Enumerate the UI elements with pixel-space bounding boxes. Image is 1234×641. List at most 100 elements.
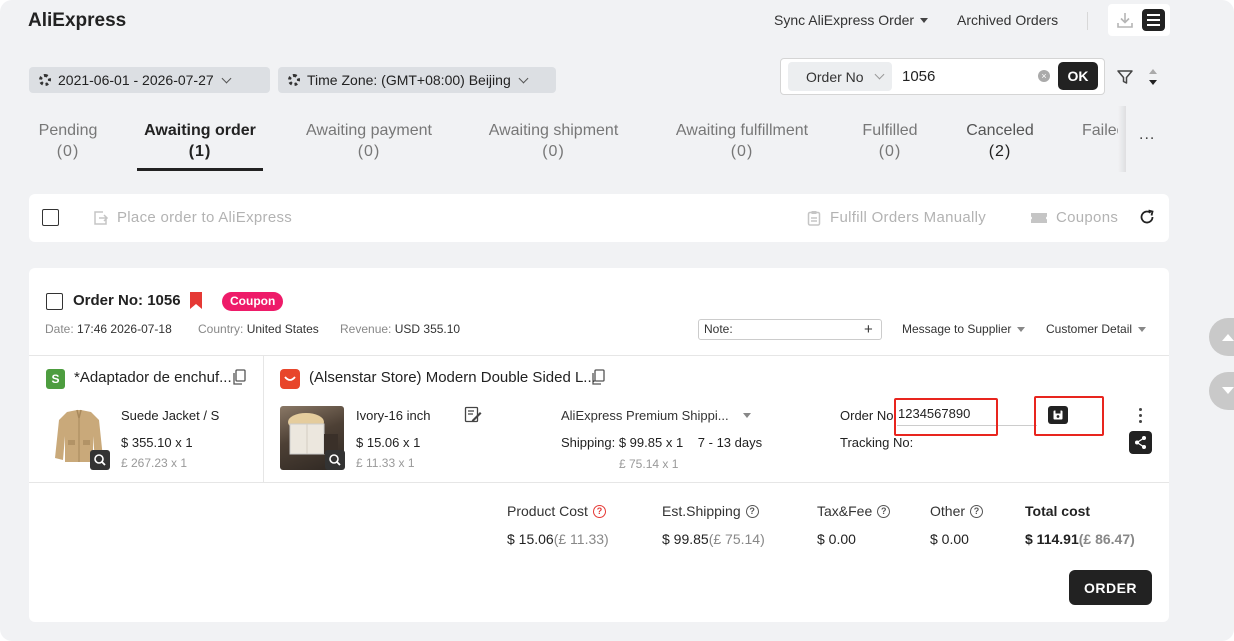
customer-detail-label: Customer Detail <box>1046 322 1133 336</box>
download-icon[interactable] <box>1116 11 1134 29</box>
tab-label: Awaiting fulfillment <box>675 122 809 139</box>
product-cost-gbp: (£ 11.33) <box>553 531 609 547</box>
scroll-up-button[interactable] <box>1209 318 1234 356</box>
app-frame: AliExpress Sync AliExpress Order Archive… <box>0 0 1234 641</box>
select-all-checkbox[interactable] <box>42 209 59 226</box>
divider <box>263 356 264 482</box>
order-checkbox[interactable] <box>46 293 63 310</box>
order-date-label: Date: <box>45 322 74 336</box>
scroll-down-button[interactable] <box>1209 372 1234 410</box>
order-button[interactable]: ORDER <box>1069 570 1152 605</box>
more-options-icon[interactable] <box>1139 408 1143 426</box>
fulfill-manually-button[interactable]: Fulfill Orders Manually <box>806 209 986 226</box>
total-cost-value: $ 114.91(£ 86.47) <box>1025 531 1135 547</box>
tracking-no-label: Tracking No: <box>840 435 914 450</box>
tab-pending[interactable]: Pending (0) <box>30 120 106 162</box>
chevron-down-icon <box>874 69 885 80</box>
supplier-product-price: $ 15.06 x 1 <box>356 435 421 450</box>
zoom-icon[interactable] <box>325 450 345 470</box>
tab-canceled[interactable]: Canceled (2) <box>958 120 1042 162</box>
other-label: Other ? <box>930 503 984 519</box>
tab-fulfilled[interactable]: Fulfilled (0) <box>855 120 925 162</box>
tab-awaiting-order[interactable]: Awaiting order (1) <box>137 120 263 162</box>
sort-icon[interactable] <box>1147 67 1159 87</box>
shipping-method-dropdown[interactable]: AliExpress Premium Shippi... <box>561 408 751 423</box>
tab-label: Awaiting payment <box>306 122 432 139</box>
product-cost-label: Product Cost ? <box>507 503 606 519</box>
customer-detail-dropdown[interactable]: Customer Detail <box>1046 322 1147 336</box>
total-cost-label: Total cost <box>1025 503 1091 519</box>
edit-icon[interactable] <box>464 406 482 424</box>
note-field[interactable]: Note: <box>698 319 882 340</box>
shipping-label: Shipping: <box>561 435 616 450</box>
clear-icon[interactable]: × <box>1038 70 1050 82</box>
shop-product-title[interactable]: *Adaptador de enchuf... <box>74 369 232 386</box>
help-icon[interactable]: ? <box>592 504 606 518</box>
share-icon[interactable] <box>1129 431 1152 454</box>
tab-awaiting-shipment[interactable]: Awaiting shipment (0) <box>478 120 629 162</box>
copy-icon[interactable] <box>591 369 605 385</box>
tab-label: Failed <box>1082 122 1118 139</box>
highlight-box <box>1034 396 1104 436</box>
highlight-box <box>894 398 998 436</box>
shipping-method-label: AliExpress Premium Shippi... <box>561 408 729 423</box>
est-shipping-text: Est.Shipping <box>662 503 741 519</box>
timezone-filter[interactable]: Time Zone: (GMT+08:00) Beijing <box>278 67 556 93</box>
help-icon[interactable]: ? <box>877 504 891 518</box>
help-icon[interactable]: ? <box>745 504 759 518</box>
est-shipping-label: Est.Shipping ? <box>662 503 759 519</box>
ticket-icon <box>1031 212 1047 223</box>
total-cost-usd: $ 114.91 <box>1025 531 1079 547</box>
order-number-label: Order No: <box>73 292 144 309</box>
tab-failed[interactable]: Failed ( <box>1082 120 1118 162</box>
message-supplier-label: Message to Supplier <box>902 322 1012 336</box>
supplier-product-title[interactable]: (Alsenstar Store) Modern Double Sided L.… <box>309 369 596 386</box>
tax-fee-label: Tax&Fee ? <box>817 503 891 519</box>
clipboard-icon <box>807 210 821 226</box>
refresh-icon[interactable] <box>1139 209 1155 225</box>
chevron-down-icon <box>221 73 232 83</box>
tab-count: (0) <box>878 143 902 160</box>
bookmark-icon[interactable] <box>190 292 202 309</box>
sync-order-dropdown[interactable]: Sync AliExpress Order <box>774 12 929 28</box>
order-revenue-label: Revenue: <box>340 322 392 336</box>
message-supplier-dropdown[interactable]: Message to Supplier <box>902 322 1026 336</box>
tab-awaiting-fulfillment[interactable]: Awaiting fulfillment (0) <box>664 120 820 162</box>
tab-awaiting-payment[interactable]: Awaiting payment (0) <box>296 120 442 162</box>
total-cost-gbp: (£ 86.47) <box>1078 531 1135 547</box>
date-range-filter[interactable]: 2021-06-01 - 2026-07-27 <box>29 67 270 93</box>
tab-count: (1) <box>188 143 212 160</box>
product-cost-value: $ 15.06(£ 11.33) <box>507 531 609 547</box>
copy-icon[interactable] <box>232 369 246 385</box>
order-number: Order No: 1056 <box>73 292 181 309</box>
more-tabs-button[interactable]: ... <box>1139 126 1155 144</box>
divider <box>29 482 1169 483</box>
search-ok-button[interactable]: OK <box>1058 62 1098 90</box>
list-view-icon[interactable] <box>1142 9 1165 31</box>
add-note-icon[interactable]: + <box>864 319 873 340</box>
tab-count: (0) <box>56 143 80 160</box>
triangle-down-icon <box>1222 387 1234 394</box>
active-tab-indicator <box>137 168 263 171</box>
archived-orders-link[interactable]: Archived Orders <box>957 12 1058 28</box>
coupons-button[interactable]: Coupons <box>1030 209 1118 226</box>
other-text: Other <box>930 503 966 519</box>
order-country: Country: United States <box>198 322 319 336</box>
shipping-cost: Shipping: $ 99.85 x 1 7 - 13 days <box>561 435 762 450</box>
tab-count: ( <box>1082 141 1118 162</box>
chevron-down-icon <box>920 17 929 23</box>
chevron-down-icon <box>518 73 529 83</box>
tax-fee-text: Tax&Fee <box>817 503 873 519</box>
order-date: Date: 17:46 2026-07-18 <box>45 322 172 336</box>
help-icon[interactable]: ? <box>970 504 984 518</box>
shop-product-price: $ 355.10 x 1 <box>121 435 193 450</box>
tab-label: Fulfilled <box>862 122 918 139</box>
filter-icon[interactable] <box>1116 68 1134 86</box>
zoom-icon[interactable] <box>90 450 110 470</box>
order-country-label: Country: <box>198 322 244 336</box>
search-type-select[interactable]: Order No <box>788 62 892 91</box>
tab-count: (0) <box>542 143 565 160</box>
place-order-label: Place order to AliExpress <box>117 209 293 226</box>
place-order-button[interactable]: Place order to AliExpress <box>93 209 292 226</box>
search-input[interactable] <box>902 64 1032 88</box>
